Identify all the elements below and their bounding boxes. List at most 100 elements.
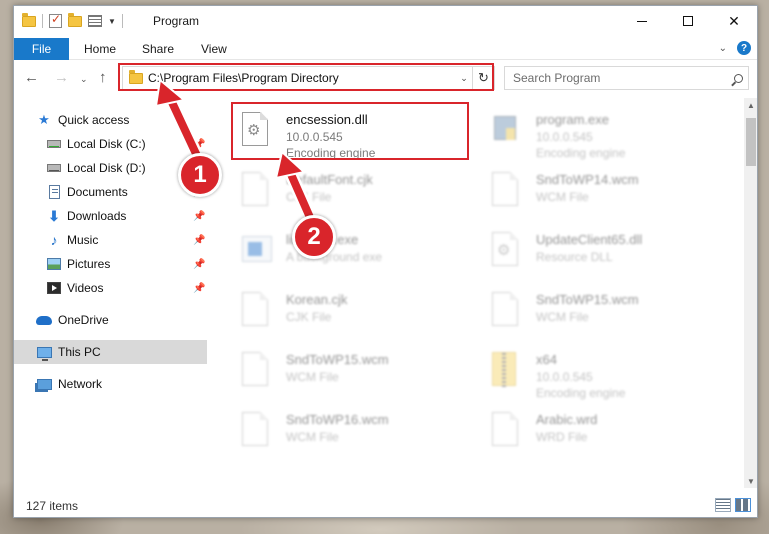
program-icon bbox=[492, 112, 520, 148]
file-version: 10.0.0.545 bbox=[536, 370, 593, 384]
file-type: WCM File bbox=[286, 430, 339, 444]
recent-locations-icon[interactable]: ⌄ bbox=[80, 74, 88, 85]
close-button[interactable]: ✕ bbox=[711, 6, 757, 36]
drive-icon bbox=[46, 136, 62, 152]
sidebar-item-network[interactable]: Network bbox=[14, 372, 207, 396]
minimize-button[interactable] bbox=[619, 6, 665, 36]
maximize-button[interactable] bbox=[665, 6, 711, 36]
search-box[interactable] bbox=[504, 66, 749, 90]
address-dropdown-icon[interactable]: ⌄ bbox=[456, 73, 472, 84]
refresh-icon[interactable]: ↻ bbox=[472, 67, 494, 89]
address-path[interactable]: C:\Program Files\Program Directory bbox=[148, 71, 456, 85]
tab-view[interactable]: View bbox=[201, 42, 227, 56]
sidebar-item-label: Documents bbox=[67, 185, 128, 199]
file-item-arabic[interactable]: Arabic.wrd WRD File bbox=[482, 406, 727, 464]
sidebar-item-documents[interactable]: Documents 📌 bbox=[14, 180, 207, 204]
properties-icon[interactable] bbox=[49, 12, 62, 28]
sidebar-item-quick-access[interactable]: ★ Quick access bbox=[14, 108, 207, 132]
view-options-icon[interactable] bbox=[88, 15, 102, 27]
sidebar-item-label: Videos bbox=[67, 281, 104, 295]
sidebar-item-this-pc[interactable]: This PC bbox=[14, 340, 207, 364]
sidebar-item-label: Pictures bbox=[67, 257, 111, 271]
file-item-korean[interactable]: Korean.cjk CJK File bbox=[232, 286, 477, 344]
file-name: program.exe bbox=[536, 112, 609, 127]
file-icon bbox=[242, 412, 270, 448]
file-item-sndtowp15-copy[interactable]: SndToWP15.wcm WCM File bbox=[232, 346, 477, 404]
sidebar-item-downloads[interactable]: ⬇ Downloads 📌 bbox=[14, 204, 207, 228]
toolbar-separator bbox=[121, 14, 123, 28]
file-item-x64[interactable]: x64 10.0.0.545 Encoding engine bbox=[482, 346, 727, 404]
file-item-sndtowp16[interactable]: SndToWP16.wcm WCM File bbox=[232, 406, 477, 464]
callout-badge-1: 1 bbox=[178, 153, 222, 197]
search-input[interactable] bbox=[513, 68, 728, 88]
file-item-program-exe[interactable]: program.exe 10.0.0.545 Encoding engine bbox=[482, 106, 727, 164]
new-folder-icon[interactable] bbox=[68, 12, 82, 27]
file-type: WCM File bbox=[536, 190, 589, 204]
customize-toolbar-icon[interactable]: ▼ bbox=[108, 17, 116, 26]
callout-badge-2: 2 bbox=[292, 215, 336, 259]
file-description: Encoding engine bbox=[536, 146, 626, 160]
file-item-encsession[interactable]: encsession.dll 10.0.0.545 Encoding engin… bbox=[232, 106, 477, 164]
tab-file[interactable]: File bbox=[14, 38, 69, 60]
file-type: WCM File bbox=[286, 370, 339, 384]
file-icon bbox=[492, 412, 520, 448]
file-name: Arabic.wrd bbox=[536, 412, 598, 427]
file-item-sndtowp14[interactable]: SndToWP14.wcm WCM File bbox=[482, 166, 727, 224]
sidebar-item-pictures[interactable]: Pictures 📌 bbox=[14, 252, 207, 276]
computer-icon bbox=[36, 344, 52, 361]
file-item-defaultfont[interactable]: DefaultFont.cjk CJK File bbox=[232, 166, 477, 224]
help-icon[interactable]: ? bbox=[737, 41, 751, 55]
download-icon: ⬇ bbox=[48, 207, 60, 224]
sidebar-item-label: Local Disk (C:) bbox=[67, 137, 146, 151]
pin-icon: 📌 bbox=[193, 234, 206, 246]
tiles-view-icon[interactable] bbox=[735, 498, 751, 512]
file-name: x64 bbox=[536, 352, 557, 367]
file-name: Korean.cjk bbox=[286, 292, 348, 307]
file-name: UpdateClient65.dll bbox=[536, 232, 643, 247]
pictures-icon bbox=[46, 256, 62, 272]
details-view-icon[interactable] bbox=[715, 498, 731, 512]
scroll-down-icon[interactable]: ▼ bbox=[744, 474, 757, 488]
pin-icon: 📌 bbox=[193, 258, 206, 270]
tab-home[interactable]: Home bbox=[84, 42, 116, 56]
file-version: 10.0.0.545 bbox=[536, 130, 593, 144]
folder-icon bbox=[22, 12, 36, 27]
videos-icon bbox=[46, 280, 62, 296]
search-icon[interactable] bbox=[728, 73, 748, 83]
file-item-linkedoc[interactable]: linkedoc.exe A background exe bbox=[232, 226, 477, 284]
star-icon: ★ bbox=[38, 112, 50, 127]
cloud-icon bbox=[36, 312, 52, 328]
sidebar-item-onedrive[interactable]: OneDrive bbox=[14, 308, 207, 332]
forward-button[interactable]: → bbox=[54, 69, 69, 86]
tab-share[interactable]: Share bbox=[142, 42, 174, 56]
back-button[interactable]: ← bbox=[24, 69, 39, 86]
file-item-sndtowp15[interactable]: SndToWP15.wcm WCM File bbox=[482, 286, 727, 344]
network-icon bbox=[36, 376, 52, 392]
up-button[interactable]: ↑ bbox=[99, 69, 107, 86]
pin-icon: 📌 bbox=[193, 210, 206, 222]
sidebar-item-label: Network bbox=[58, 377, 103, 391]
pin-icon: 📌 bbox=[193, 138, 206, 150]
address-bar[interactable]: C:\Program Files\Program Directory ⌄ ↻ bbox=[122, 66, 495, 90]
window-title: Program bbox=[153, 14, 200, 28]
close-icon: ✕ bbox=[728, 12, 740, 29]
file-type: Resource DLL bbox=[536, 250, 613, 264]
sidebar-item-videos[interactable]: Videos 📌 bbox=[14, 276, 207, 300]
scroll-up-icon[interactable]: ▲ bbox=[744, 98, 757, 112]
file-type: CJK File bbox=[286, 310, 332, 324]
navigation-bar: ← → ⌄ ↑ C:\Program Files\Program Directo… bbox=[14, 62, 757, 92]
dll-icon bbox=[492, 232, 520, 268]
sidebar-item-music[interactable]: ♪ Music 📌 bbox=[14, 228, 207, 252]
file-item-updateclient[interactable]: UpdateClient65.dll Resource DLL bbox=[482, 226, 727, 284]
scroll-thumb[interactable] bbox=[746, 118, 756, 166]
file-description: Encoding engine bbox=[536, 386, 626, 400]
drive-icon bbox=[46, 160, 62, 176]
toolbar-separator bbox=[42, 14, 43, 28]
expand-ribbon-icon[interactable]: ⌄ bbox=[719, 43, 727, 54]
exe-icon bbox=[242, 232, 272, 268]
sidebar-item-local-disk-c[interactable]: Local Disk (C:) 📌 bbox=[14, 132, 207, 156]
file-name: encsession.dll bbox=[286, 112, 368, 127]
file-list: encsession.dll 10.0.0.545 Encoding engin… bbox=[210, 98, 744, 488]
vertical-scrollbar[interactable]: ▲ ▼ bbox=[744, 98, 757, 488]
item-count: 127 items bbox=[26, 499, 79, 513]
